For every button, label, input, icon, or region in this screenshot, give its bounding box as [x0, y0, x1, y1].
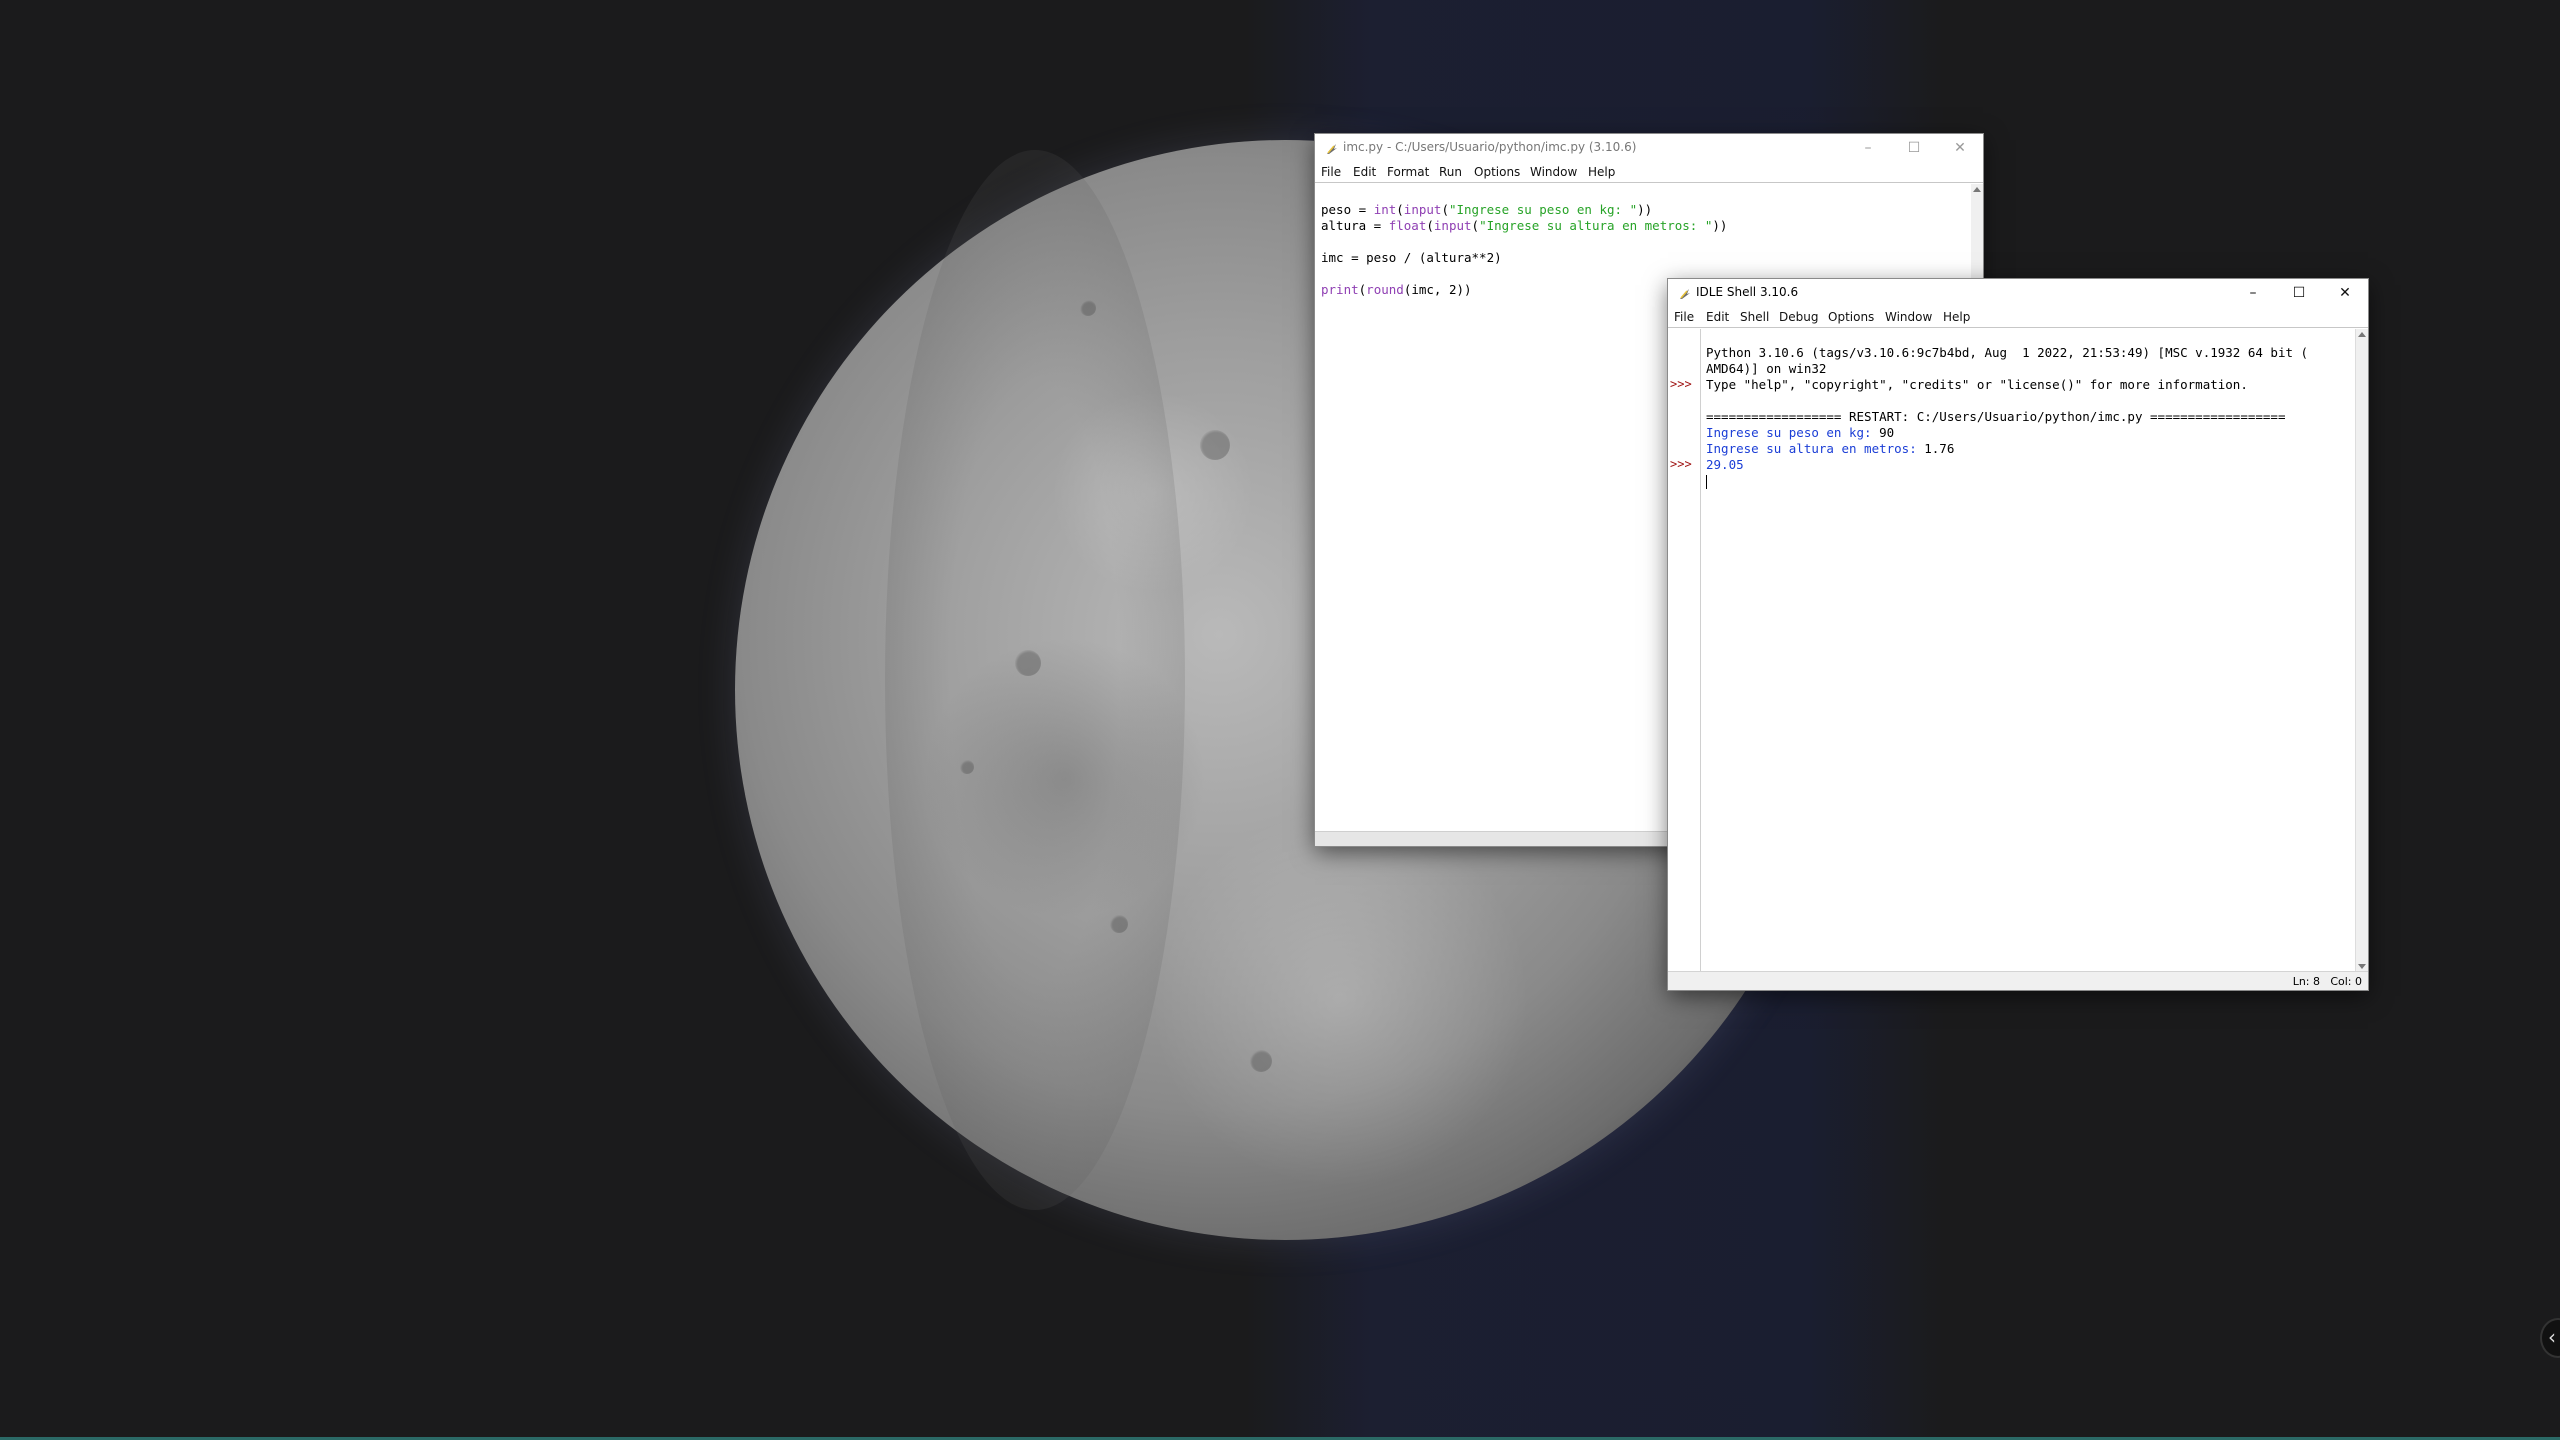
scroll-down-arrow-icon[interactable]: [2358, 964, 2366, 969]
menu-help[interactable]: Help: [1943, 310, 1970, 324]
shell-window: IDLE Shell 3.10.6 – ☐ ✕ File Edit Shell …: [1668, 279, 2368, 990]
blank-line: ​: [1706, 393, 2354, 409]
prompt-gutter: >>> >>>: [1668, 329, 1701, 972]
moon-crater: [1015, 650, 1041, 676]
banner-line: Type "help", "copyright", "credits" or "…: [1706, 377, 2248, 392]
shell-title: IDLE Shell 3.10.6: [1696, 285, 1799, 299]
code-line: peso = int(input("Ingrese su peso en kg:…: [1321, 202, 1653, 217]
menu-file[interactable]: File: [1674, 310, 1694, 324]
moon-crater: [1200, 430, 1230, 460]
close-button[interactable]: ✕: [2322, 279, 2368, 307]
menu-options[interactable]: Options: [1474, 165, 1520, 179]
menu-help[interactable]: Help: [1588, 165, 1615, 179]
menu-debug[interactable]: Debug: [1779, 310, 1818, 324]
banner-line: Python 3.10.6 (tags/v3.10.6:9c7b4bd, Aug…: [1706, 345, 2309, 360]
code-line: ​: [1321, 234, 1971, 250]
menu-shell[interactable]: Shell: [1740, 310, 1769, 324]
maximize-button[interactable]: ☐: [1891, 134, 1937, 162]
menu-format[interactable]: Format: [1387, 165, 1429, 179]
text-cursor: [1706, 474, 1707, 489]
moon-crater: [1110, 915, 1128, 933]
shell-statusbar: Ln: 8 Col: 0: [1668, 971, 2368, 990]
menu-file[interactable]: File: [1321, 165, 1341, 179]
menu-window[interactable]: Window: [1885, 310, 1932, 324]
maximize-button[interactable]: ☐: [2276, 279, 2322, 307]
banner-line: AMD64)] on win32: [1706, 361, 1827, 376]
editor-title: imc.py - C:/Users/Usuario/python/imc.py …: [1343, 140, 1637, 154]
moon-crater: [960, 760, 974, 774]
moon-shading: [885, 150, 1185, 1210]
close-button[interactable]: ✕: [1937, 134, 1983, 162]
menu-edit[interactable]: Edit: [1706, 310, 1729, 324]
shell-vertical-scrollbar[interactable]: [2355, 329, 2368, 972]
shell-prompt: >>>: [1670, 377, 1692, 391]
output-line: Ingrese su peso en kg: 90: [1706, 425, 1895, 440]
code-line: altura = float(input("Ingrese su altura …: [1321, 218, 1728, 233]
python-feather-icon: [1327, 144, 1337, 154]
editor-titlebar[interactable]: imc.py - C:/Users/Usuario/python/imc.py …: [1315, 134, 1983, 162]
shell-titlebar[interactable]: IDLE Shell 3.10.6 – ☐ ✕: [1668, 279, 2368, 307]
code-line: imc = peso / (altura**2): [1321, 250, 1502, 265]
minimize-button[interactable]: –: [1845, 134, 1891, 162]
menu-edit[interactable]: Edit: [1353, 165, 1376, 179]
scroll-up-arrow-icon[interactable]: [1973, 187, 1981, 192]
editor-menubar: File Edit Format Run Options Window Help: [1315, 162, 1983, 183]
python-feather-icon: [1680, 289, 1690, 299]
menu-run[interactable]: Run: [1439, 165, 1462, 179]
shell-prompt: >>>: [1670, 457, 1692, 471]
shell-text-area[interactable]: Python 3.10.6 (tags/v3.10.6:9c7b4bd, Aug…: [1706, 329, 2354, 972]
output-line: Ingrese su altura en metros: 1.76: [1706, 441, 1955, 456]
restart-line: ================== RESTART: C:/Users/Usu…: [1706, 409, 2286, 424]
menu-window[interactable]: Window: [1530, 165, 1577, 179]
scroll-up-arrow-icon[interactable]: [2358, 332, 2366, 337]
minimize-button[interactable]: –: [2230, 279, 2276, 307]
moon-crater: [1250, 1050, 1272, 1072]
result-line: 29.05: [1706, 457, 1744, 472]
moon-crater: [1080, 300, 1096, 316]
menu-options[interactable]: Options: [1828, 310, 1874, 324]
input-line[interactable]: [1706, 473, 2354, 489]
column-number: Col: 0: [2330, 975, 2362, 988]
shell-menubar: File Edit Shell Debug Options Window Hel…: [1668, 307, 2368, 328]
line-number: Ln: 8: [2292, 975, 2320, 988]
